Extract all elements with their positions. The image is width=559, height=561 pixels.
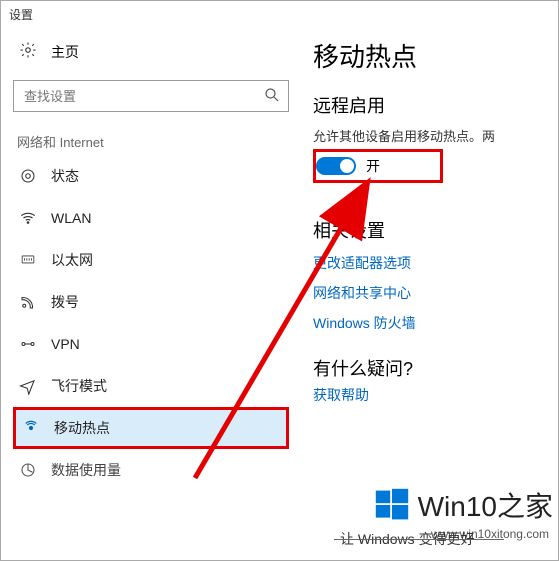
search-wrap	[13, 80, 289, 112]
remote-enable-toggle-block: 开	[313, 149, 443, 183]
sidebar-item-airplane[interactable]: 飞行模式	[13, 365, 289, 407]
hotspot-icon	[22, 419, 40, 437]
wifi-icon	[19, 209, 37, 227]
gear-icon	[19, 41, 37, 62]
toggle-knob	[340, 159, 354, 173]
search-input[interactable]	[13, 80, 289, 112]
page-title: 移动热点	[313, 37, 558, 74]
airplane-icon	[19, 377, 37, 395]
home-nav[interactable]: 主页	[13, 27, 289, 76]
search-icon	[263, 86, 281, 104]
status-icon	[19, 167, 37, 185]
sidebar-item-label: 状态	[51, 166, 79, 186]
watermark: Win10之家	[374, 485, 553, 525]
titlebar: 设置	[1, 1, 558, 27]
footer-struck-text: 让 Windows 变得更好	[340, 529, 475, 549]
sidebar-item-label: 拨号	[51, 292, 79, 312]
main-panel: 移动热点 远程启用 允许其他设备启用移动热点。两 开 相关设置 更改适配器选项 …	[301, 27, 558, 560]
windows-logo-icon	[374, 487, 410, 523]
sidebar-item-hotspot[interactable]: 移动热点	[13, 407, 289, 449]
related-settings-heading: 相关设置	[313, 217, 558, 243]
sidebar-item-wlan[interactable]: WLAN	[13, 197, 289, 239]
link-network-sharing[interactable]: 网络和共享中心	[313, 283, 558, 303]
home-label: 主页	[51, 42, 79, 62]
sidebar-item-label: 以太网	[51, 250, 93, 270]
link-windows-firewall[interactable]: Windows 防火墙	[313, 313, 558, 333]
nav-group-label: 网络和 Internet	[13, 126, 289, 155]
link-get-help[interactable]: 获取帮助	[313, 385, 558, 405]
sidebar: 主页 网络和 Internet 状态	[1, 27, 301, 560]
sidebar-item-label: 数据使用量	[51, 460, 121, 480]
dialup-icon	[19, 293, 37, 311]
sidebar-item-datausage[interactable]: 数据使用量	[13, 449, 289, 491]
remote-enable-heading: 远程启用	[313, 92, 558, 118]
sidebar-item-label: 飞行模式	[51, 376, 107, 396]
sidebar-item-label: VPN	[51, 336, 80, 352]
link-adapter-options[interactable]: 更改适配器选项	[313, 253, 558, 273]
watermark-text: Win10之家	[418, 485, 553, 525]
ethernet-icon	[19, 253, 37, 267]
remote-enable-desc: 允许其他设备启用移动热点。两	[313, 126, 558, 145]
content-area: 主页 网络和 Internet 状态	[1, 27, 558, 560]
datausage-icon	[19, 461, 37, 479]
sidebar-item-ethernet[interactable]: 以太网	[13, 239, 289, 281]
sidebar-item-vpn[interactable]: VPN	[13, 323, 289, 365]
sidebar-item-label: WLAN	[51, 210, 91, 226]
window-title: 设置	[9, 6, 33, 23]
toggle-state-label: 开	[366, 156, 380, 176]
sidebar-item-dialup[interactable]: 拨号	[13, 281, 289, 323]
sidebar-item-status[interactable]: 状态	[13, 155, 289, 197]
question-heading: 有什么疑问?	[313, 355, 558, 381]
settings-window: 设置 主页 网络和	[0, 0, 559, 561]
remote-enable-toggle[interactable]	[316, 157, 356, 175]
sidebar-item-label: 移动热点	[54, 418, 110, 438]
vpn-icon	[19, 335, 37, 353]
